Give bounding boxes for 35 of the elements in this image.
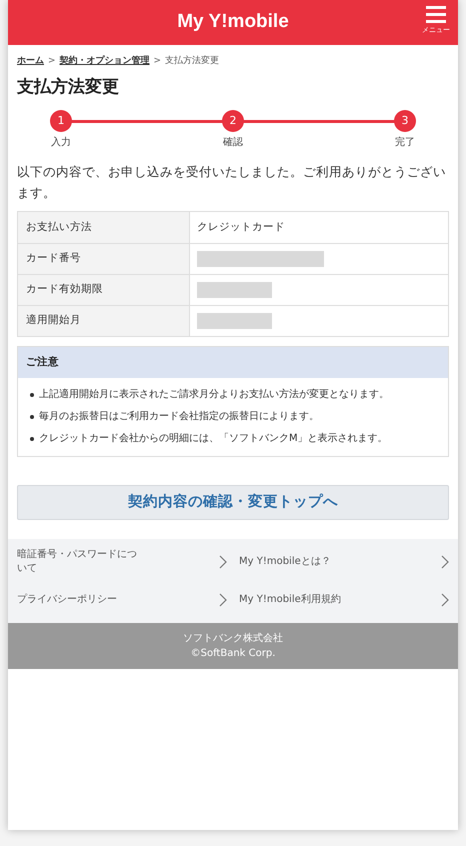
- page-title: 支払方法変更: [17, 76, 120, 98]
- chevron-right-icon: [219, 593, 227, 607]
- table-label-cell: カード有効期限: [18, 275, 190, 305]
- contract-top-button[interactable]: 契約内容の確認・変更トップへ: [17, 485, 449, 520]
- footer-link[interactable]: 暗証番号・パスワードについて: [17, 543, 233, 581]
- notice-item: クレジットカード会社からの明細には、「ソフトバンクM」と表示されます。: [39, 432, 388, 446]
- chevron-right-icon: [219, 555, 227, 569]
- copyright-text: ソフトバンク株式会社: [183, 632, 283, 646]
- table-label-cell: 適用開始月: [18, 306, 190, 336]
- footer-link[interactable]: My Y!mobile利用規約: [233, 581, 449, 619]
- table-label-cell: カード番号: [18, 244, 190, 274]
- footer-link[interactable]: My Y!mobileとは？: [233, 543, 449, 581]
- breadcrumb-separator: >: [154, 55, 162, 68]
- confirmation-message: 以下の内容で、お申し込みを受付いたしました。ご利用ありがとうございます。: [17, 163, 447, 202]
- footer-link[interactable]: プライバシーポリシー: [17, 581, 233, 619]
- app-logo: My Y!mobile: [177, 10, 289, 34]
- breadcrumb-link[interactable]: ホーム: [17, 55, 44, 68]
- table-label-cell: お支払い方法: [18, 212, 190, 243]
- bullet-icon: [30, 437, 34, 441]
- breadcrumb-separator: >: [48, 55, 56, 68]
- step-label: 完了: [395, 136, 415, 150]
- breadcrumb-current: 支払方法変更: [165, 55, 220, 68]
- step-label: 確認: [223, 136, 243, 150]
- breadcrumb-link[interactable]: 契約・オプション管理: [60, 55, 150, 68]
- notice-item: 上記適用開始月に表示されたご請求月分よりお支払い方法が変更となります。: [39, 388, 389, 402]
- notice-title: ご注意: [18, 347, 448, 378]
- step-label: 入力: [51, 136, 71, 150]
- bullet-icon: [30, 415, 34, 419]
- chevron-right-icon: [441, 593, 449, 607]
- chevron-right-icon: [441, 555, 449, 569]
- bullet-icon: [30, 393, 34, 397]
- notice-item: 毎月のお振替日はご利用カード会社指定の振替日によります。: [39, 410, 319, 424]
- table-value: クレジットカード: [197, 220, 285, 235]
- menu-icon: [426, 6, 446, 23]
- copyright-text: ©SoftBank Corp.: [190, 647, 276, 661]
